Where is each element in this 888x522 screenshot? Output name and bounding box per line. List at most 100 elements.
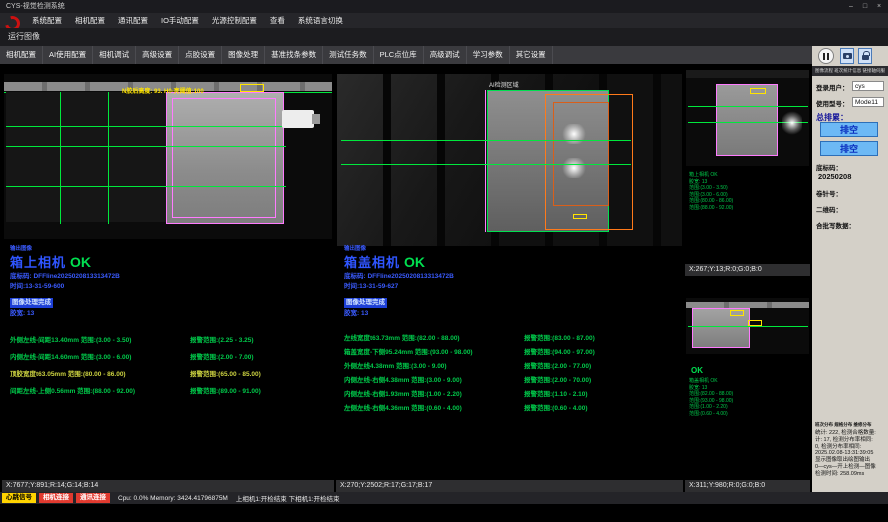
- small-top-camera-image[interactable]: [686, 70, 809, 166]
- measurement-value: 左线宽度t63.73mm 范围:(82.00 - 88.00): [344, 332, 524, 346]
- measurement-value: 左侧左线-右侧4.36mm 范围:(0.60 - 4.00): [344, 402, 524, 416]
- measurement-value: 内侧左线-间距14.60mm 范围:(3.00 - 6.00): [10, 349, 190, 366]
- bright-spot: [561, 124, 587, 144]
- toolbar: 相机配置AI使用配置相机调试高级设置点胶设置图像处理基准找条参数测试任务数PLC…: [0, 46, 812, 64]
- window-controls: – □ ×: [844, 0, 886, 13]
- window-title: CYS-视觉检测系统: [6, 3, 65, 10]
- info-line: 图像处理完成: [344, 298, 387, 308]
- stats-header: 班次分布 规格分布 维修分布: [815, 422, 887, 428]
- lock-icon: [862, 55, 869, 60]
- toolbar-item[interactable]: AI使用配置: [43, 46, 93, 64]
- close-icon[interactable]: ×: [872, 0, 886, 13]
- menu-item[interactable]: 相机配置: [75, 15, 105, 26]
- right-camera-image[interactable]: AI检测区域: [337, 74, 682, 246]
- right-coordinate-bar: X:270;Y:2502;R:17;G:17;B:17: [336, 480, 683, 492]
- info-line: 图像处理完成: [10, 298, 53, 308]
- menu-item[interactable]: 光源控制配置: [212, 15, 257, 26]
- toolbar-item[interactable]: 点胶设置: [179, 46, 222, 64]
- menu-item[interactable]: 通讯配置: [118, 15, 148, 26]
- run-image-label: 运行图像: [8, 28, 40, 46]
- info-line: 时间:13-31-59-627: [344, 282, 454, 292]
- pause-icon: [823, 53, 825, 60]
- cpu-memory-text: Cpu: 0.0% Memory: 3424.41796875M: [118, 495, 228, 502]
- toolbar-item[interactable]: 学习参数: [467, 46, 510, 64]
- overlay-green-line: [341, 164, 631, 165]
- left-camera-image[interactable]: N胶后高度: 93. H0-亮阈值:100: [4, 74, 332, 239]
- left-coordinate-bar: X:7677;Y:891;R:14;G:14;B:14: [2, 480, 334, 492]
- toolbar-item[interactable]: 基准找条参数: [265, 46, 323, 64]
- sidebar: 图像流程 班次统计信息 链接轴伺服 登录用户： cys 使用型号： Mode11…: [812, 46, 888, 492]
- ai-region-label: AI检测区域: [489, 80, 519, 89]
- overlay-green-vline: [60, 92, 61, 224]
- small-bottom-log: 箱盖相机 OK胶宽: 13范围:(82.00 - 88.00)范围:(93.00…: [689, 378, 733, 418]
- toolbar-item[interactable]: 高级调试: [424, 46, 467, 64]
- camera-tool-button[interactable]: [840, 48, 854, 64]
- menu-item[interactable]: 系统配置: [32, 15, 62, 26]
- left-camera-panel: N胶后高度: 93. H0-亮阈值:100 输出图像 箱上相机OK 底标码: D…: [2, 64, 334, 492]
- alarm-range: 报警范围:(2.00 - 7.00): [190, 349, 254, 366]
- toolbar-item[interactable]: 图像处理: [222, 46, 265, 64]
- toolbar-item[interactable]: PLC点位库: [374, 46, 424, 64]
- model-label: 使用型号：: [816, 98, 849, 108]
- pause-icon: [827, 53, 829, 60]
- small-bottom-status: OK: [691, 366, 703, 375]
- result-status-ok: OK: [404, 254, 425, 270]
- measurement-value: 内侧左线-右侧4.38mm 范围:(3.00 - 9.00): [344, 374, 524, 388]
- left-measurements: 外侧左线-间距13.40mm 范围:(3.00 - 3.50)报警范围:(2.2…: [10, 332, 261, 400]
- measurement-row: 外侧左线-间距13.40mm 范围:(3.00 - 3.50)报警范围:(2.2…: [10, 332, 261, 349]
- measurement-value: 外侧左线4.38mm 范围:(3.00 - 9.00): [344, 360, 524, 374]
- log-line: 箱上相机 OK: [689, 172, 733, 179]
- menu-item[interactable]: IO手动配置: [161, 15, 199, 26]
- pause-button[interactable]: [818, 48, 834, 64]
- alarm-range: 报警范围:(83.00 - 87.00): [524, 332, 595, 346]
- alarm-range: 报警范围:(65.00 - 85.00): [190, 366, 261, 383]
- overlay-green-line: [688, 326, 808, 327]
- model-select[interactable]: Mode11: [852, 97, 884, 107]
- overlay-green-line: [6, 126, 286, 127]
- alarm-range: 报警范围:(2.25 - 3.25): [190, 332, 254, 349]
- bright-spot: [561, 158, 587, 178]
- toolbar-item[interactable]: 高级设置: [136, 46, 179, 64]
- title-bar: CYS-视觉检测系统: [0, 0, 888, 13]
- lock-tool-button[interactable]: [858, 48, 872, 64]
- info-line: 底标码: DFFline2025020813313472B: [344, 272, 454, 282]
- measurement-row: 左线宽度t63.73mm 范围:(82.00 - 88.00)报警范围:(83.…: [344, 332, 595, 346]
- toolbar-item[interactable]: 相机配置: [0, 46, 43, 64]
- small-bottom-coordinate-bar: X:311;Y:980;R:0;G:0;B:0: [685, 480, 810, 492]
- alarm-range: 报警范围:(89.00 - 91.00): [190, 383, 261, 400]
- log-line: 范围:(0.60 - 4.00): [689, 411, 733, 418]
- minimize-icon[interactable]: –: [844, 0, 858, 13]
- camera-result-title: 箱上相机: [10, 255, 66, 270]
- overlay-green-line: [688, 106, 808, 107]
- overlay-yellow-box: [750, 88, 766, 94]
- status-bar: 心跳信号 相机连接 通讯连接 Cpu: 0.0% Memory: 3424.41…: [0, 492, 888, 504]
- toolbar-item[interactable]: 相机调试: [93, 46, 136, 64]
- measurement-row: 外侧左线4.38mm 范围:(3.00 - 9.00)报警范围:(2.00 - …: [344, 360, 595, 374]
- measurement-row: 左侧左线-右侧4.36mm 范围:(0.60 - 4.00)报警范围:(0.60…: [344, 402, 595, 416]
- status-box[interactable]: 排空: [820, 122, 878, 137]
- left-info-lines: 底标码: DFFline2025020813313472B时间:13-31-59…: [10, 272, 120, 319]
- overlay-yellow-box: [573, 214, 587, 219]
- code-value: 20250208: [818, 172, 851, 181]
- connector-tip: [312, 114, 320, 124]
- right-info-lines: 底标码: DFFline2025020813313472B时间:13-31-59…: [344, 272, 454, 319]
- camera-status-text: 上相机1:开检结束 下相机1:开检结束: [236, 493, 340, 503]
- measurement-value: 间距左线-上侧0.56mm 范围:(88.00 - 92.00): [10, 383, 190, 400]
- measurement-value: 外侧左线-间距13.40mm 范围:(3.00 - 3.50): [10, 332, 190, 349]
- measurement-row: 内侧左线-右侧4.38mm 范围:(3.00 - 9.00)报警范围:(2.00…: [344, 374, 595, 388]
- needle-label: 卷针号：: [816, 188, 842, 198]
- maximize-icon[interactable]: □: [858, 0, 872, 13]
- toolbar-item[interactable]: 其它设置: [510, 46, 553, 64]
- status-box[interactable]: 排空: [820, 141, 878, 156]
- small-bottom-camera-image[interactable]: [686, 298, 809, 354]
- menu-item[interactable]: 查看: [270, 15, 285, 26]
- log-line: 范围:(1.00 - 2.20): [689, 404, 733, 411]
- right-camera-panel: AI检测区域 输出图像 箱盖相机OK 底标码: DFFline202502081…: [336, 64, 683, 492]
- result-line: 箱盖相机OK: [344, 252, 425, 272]
- result-line: 箱上相机OK: [10, 252, 91, 272]
- sidebar-tabs-header[interactable]: 图像流程 班次统计信息 链接轴伺服: [812, 66, 888, 76]
- toolbar-item[interactable]: 测试任务数: [323, 46, 374, 64]
- menu-bar: 系统配置 相机配置 通讯配置 IO手动配置 光源控制配置 查看 系统语言切换: [0, 13, 888, 28]
- menu-item[interactable]: 系统语言切换: [298, 15, 343, 26]
- stat-line: 检测时间: 258.09ms: [815, 471, 887, 478]
